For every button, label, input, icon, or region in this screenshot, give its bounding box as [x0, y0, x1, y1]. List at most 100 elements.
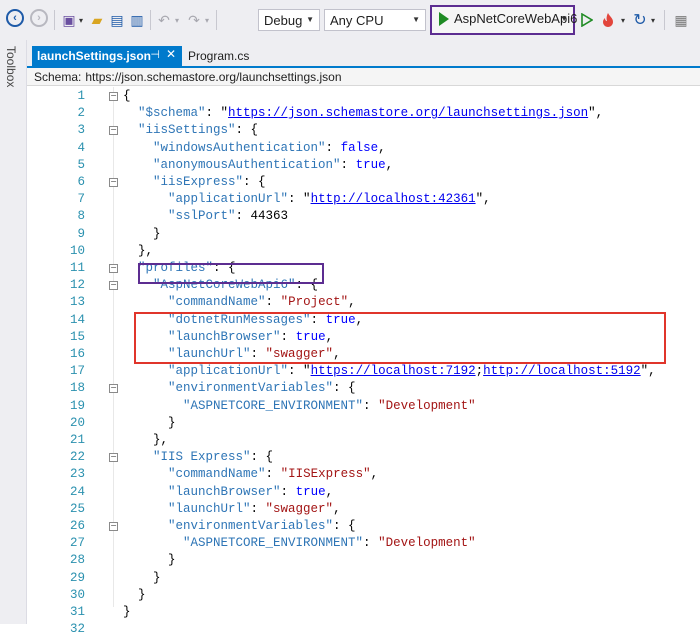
line-number: 20 — [69, 415, 85, 430]
collapse-icon[interactable]: − — [109, 126, 118, 136]
code-line[interactable]: 21 }, — [27, 432, 700, 449]
code-line[interactable]: 17 "applicationUrl": "https://localhost:… — [27, 363, 700, 380]
code-token: , — [333, 501, 341, 516]
code-line[interactable]: 10 }, — [27, 243, 700, 260]
toolbox-panel-strip — [0, 40, 27, 624]
code-token: true — [295, 484, 326, 499]
tab-launchsettings-json[interactable]: launchSettings.json ⊣ ✕ — [32, 46, 182, 66]
code-line[interactable]: 7 "applicationUrl": "http://localhost:42… — [27, 191, 700, 208]
line-number: 24 — [69, 484, 85, 499]
code-line[interactable]: 13 "commandName": "Project", — [27, 294, 700, 311]
collapse-icon[interactable]: − — [109, 384, 118, 394]
code-line[interactable]: 9 } — [27, 226, 700, 243]
line-number: 16 — [69, 347, 85, 361]
code-line[interactable]: 23 "commandName": "IISExpress", — [27, 466, 700, 483]
code-line[interactable]: 25 "launchUrl": "swagger", — [27, 501, 700, 518]
code-text: "applicationUrl": "http://localhost:4236… — [123, 191, 491, 208]
code-line[interactable]: 20 } — [27, 415, 700, 432]
hot-reload-dropdown-icon[interactable]: ▾ — [618, 9, 628, 31]
open-folder-icon[interactable]: ▰ — [88, 9, 106, 31]
refresh-icon[interactable]: ↻ — [632, 9, 648, 31]
code-line[interactable]: 6 − "iisExpress": { — [27, 174, 700, 191]
code-token: , — [325, 484, 334, 499]
code-line[interactable]: 5 "anonymousAuthentication": true, — [27, 157, 700, 174]
code-link[interactable]: http://localhost:42361 — [311, 192, 476, 206]
solution-configuration-select[interactable]: Debug ▼ — [258, 9, 320, 31]
code-token: }, — [123, 433, 169, 447]
redo-dropdown-icon[interactable]: ▾ — [202, 9, 212, 31]
undo-dropdown-icon[interactable]: ▾ — [172, 9, 182, 31]
collapse-icon[interactable]: − — [109, 453, 118, 463]
schema-url-field[interactable]: https://json.schemastore.org/launchsetti… — [85, 70, 341, 84]
toolbox-tab[interactable]: Toolbox — [4, 46, 18, 87]
navigate-back-icon[interactable]: ‹ — [6, 9, 24, 27]
navigate-forward-icon[interactable]: › — [30, 9, 48, 27]
refresh-dropdown-icon[interactable]: ▾ — [648, 9, 658, 31]
code-line[interactable]: 4 "windowsAuthentication": false, — [27, 140, 700, 157]
line-number: 25 — [69, 501, 85, 516]
code-line[interactable]: 22 − "IIS Express": { — [27, 449, 700, 466]
code-line[interactable]: 18 − "environmentVariables": { — [27, 380, 700, 397]
collapse-icon[interactable]: − — [109, 178, 118, 187]
code-token: "IIS Express" — [153, 450, 251, 465]
tab-program-cs[interactable]: Program.cs — [184, 46, 284, 66]
code-token: "environmentVariables" — [168, 381, 334, 396]
code-text: "sslPort": 44363 — [123, 208, 288, 225]
hot-reload-icon[interactable] — [600, 9, 616, 31]
start-without-debugging-icon[interactable] — [580, 9, 594, 31]
new-project-dropdown-icon[interactable]: ▾ — [76, 9, 86, 31]
pin-icon[interactable]: ⊣ — [150, 48, 160, 61]
code-line[interactable]: 1 −{ — [27, 88, 700, 105]
collapse-icon[interactable]: − — [109, 522, 118, 531]
main-toolbar: ‹ › ▣ ▾ ▰ ▤ ▥ ↶ ▾ ↷ ▾ Debug ▼ Any CPU ▼ … — [0, 0, 700, 41]
code-token: "Development" — [378, 398, 476, 413]
close-icon[interactable]: ✕ — [166, 47, 176, 61]
code-line[interactable]: 12− "AspNetCoreWebApi6": { — [27, 277, 700, 294]
code-line[interactable]: 30 } — [27, 587, 700, 604]
save-icon[interactable]: ▤ — [108, 9, 126, 31]
code-line[interactable]: 31} — [27, 604, 700, 621]
chevron-down-icon[interactable]: ▼ — [560, 11, 568, 27]
line-number: 29 — [69, 570, 85, 585]
code-token: } — [123, 226, 161, 241]
line-number: 10 — [69, 243, 85, 258]
line-number: 26 — [69, 519, 85, 533]
code-link[interactable]: https://localhost:7192 — [311, 364, 476, 378]
code-token: } — [123, 553, 176, 568]
start-debugging-button[interactable]: AspNetCoreWebApi6 ▼ — [430, 5, 577, 35]
more-tools-icon[interactable]: ▦ — [672, 9, 690, 31]
code-line[interactable]: 3 − "iisSettings": { — [27, 122, 700, 139]
code-line[interactable]: 24 "launchBrowser": true, — [27, 484, 700, 501]
solution-platform-select[interactable]: Any CPU ▼ — [324, 9, 426, 31]
code-line[interactable]: 19 "ASPNETCORE_ENVIRONMENT": "Developmen… — [27, 398, 700, 415]
collapse-icon[interactable]: − — [109, 281, 118, 291]
code-line[interactable]: 8 "sslPort": 44363 — [27, 208, 700, 225]
code-link[interactable]: https://json.schemastore.org/launchsetti… — [228, 106, 588, 120]
code-line[interactable]: 2 "$schema": "https://json.schemastore.o… — [27, 105, 700, 122]
undo-icon[interactable]: ↶ — [156, 9, 172, 31]
code-line[interactable]: 28 } — [27, 552, 700, 569]
collapse-icon[interactable]: − — [109, 264, 118, 273]
code-text: } — [123, 587, 146, 604]
collapse-icon[interactable]: − — [109, 92, 118, 101]
tab-label: launchSettings.json — [37, 49, 152, 63]
code-token: ", — [475, 192, 491, 207]
code-token: , — [378, 140, 386, 155]
code-token: : — [363, 536, 379, 551]
redo-icon[interactable]: ↷ — [186, 9, 202, 31]
code-link[interactable]: http://localhost:5192 — [483, 364, 641, 378]
code-line[interactable]: 29 } — [27, 570, 700, 587]
json-schema-bar: Schema: https://json.schemastore.org/lau… — [27, 68, 700, 86]
line-number: 18 — [69, 381, 85, 396]
save-all-icon[interactable]: ▥ — [128, 9, 146, 31]
code-token: : { — [333, 381, 356, 396]
code-line[interactable]: 11− "profiles": { — [27, 260, 700, 277]
code-token: "Development" — [378, 536, 476, 551]
code-text: } — [123, 552, 176, 569]
code-token: : " — [205, 106, 229, 121]
code-line[interactable]: 27 "ASPNETCORE_ENVIRONMENT": "Developmen… — [27, 535, 700, 552]
code-line[interactable]: 26 − "environmentVariables": { — [27, 518, 700, 535]
